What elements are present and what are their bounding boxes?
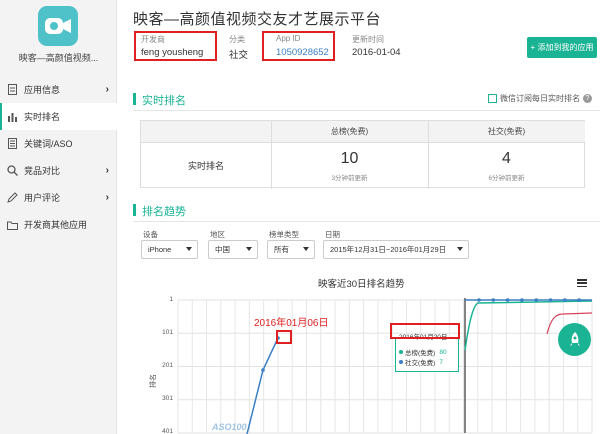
data-point — [520, 298, 524, 302]
rocket-icon[interactable] — [558, 323, 591, 356]
tooltip-row-overall: 总榜(免费) 80 — [399, 347, 447, 357]
watermark: ASO100 — [212, 422, 247, 432]
legend-dot — [399, 350, 403, 354]
rank-trend-chart — [177, 298, 593, 434]
highlight-box-tooltip-date — [390, 323, 460, 339]
highlight-box-annotation — [276, 330, 292, 344]
data-point — [548, 298, 553, 302]
tooltip-row-social: 社交(免费) 7 — [399, 357, 443, 367]
data-point — [534, 298, 538, 302]
page: 映客—高颜值视频... 应用信息 › 实时排名 关键词/ASO 竞品对比 › 用… — [0, 0, 600, 434]
tooltip-series-name: 总榜(免费) — [405, 350, 436, 357]
data-point — [505, 298, 510, 302]
legend-dot — [399, 360, 403, 364]
tooltip-series-name: 社交(免费) — [405, 360, 436, 367]
date-annotation: 2016年01月06日 — [254, 318, 329, 329]
tooltip-series-value: 7 — [439, 358, 443, 366]
data-point — [261, 368, 265, 372]
tooltip-series-value: 80 — [439, 348, 447, 356]
data-point — [491, 298, 496, 302]
data-point — [477, 298, 481, 302]
series-line-social — [246, 337, 279, 434]
data-point — [577, 298, 581, 302]
chart-tooltip: 2016年01月20日 总榜(免费) 80 社交(免费) 7 — [395, 334, 459, 372]
data-point — [563, 298, 567, 302]
